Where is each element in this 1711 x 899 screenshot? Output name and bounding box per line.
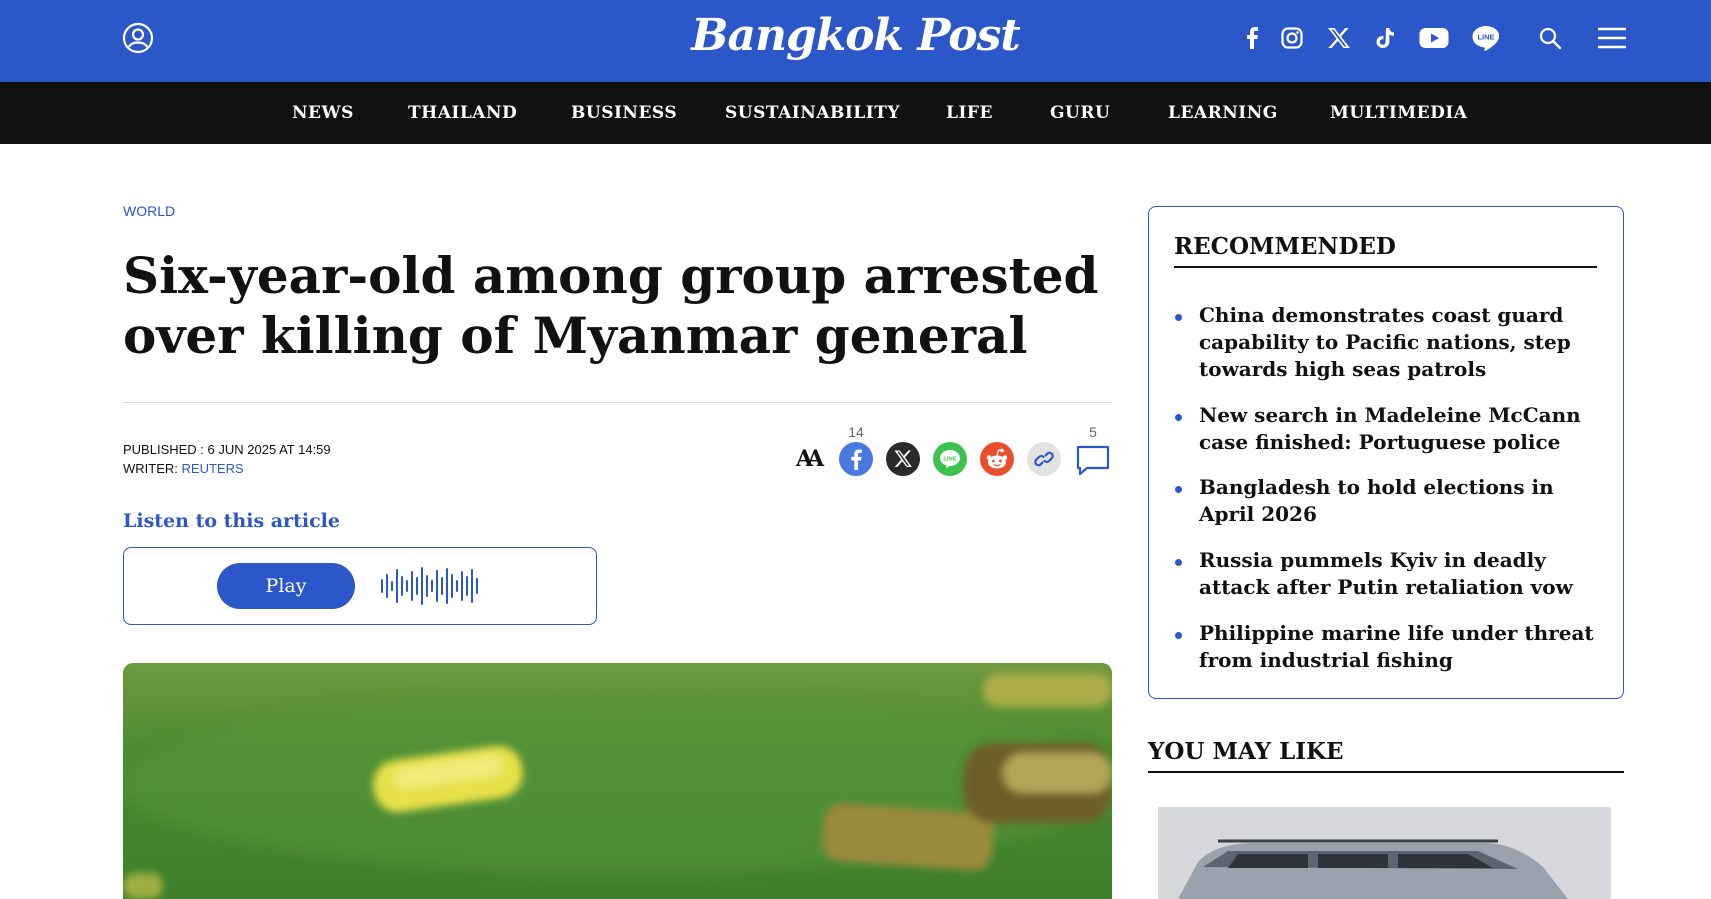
line-share-icon: LINE [933, 442, 967, 476]
nav-item-news[interactable]: NEWS [292, 82, 354, 144]
instagram-icon[interactable] [1276, 22, 1308, 54]
nav-item-life[interactable]: LIFE [946, 82, 993, 144]
comment-icon [1076, 445, 1110, 476]
published-line: PUBLISHED : 6 JUN 2025 AT 14:59 [123, 440, 331, 459]
font-size-icon: AA [795, 446, 824, 472]
recommended-item[interactable]: Philippine marine life under threat from… [1199, 620, 1599, 674]
section-link[interactable]: WORLD [123, 203, 175, 219]
writer-line: WRITER: REUTERS [123, 459, 331, 478]
x-icon[interactable] [1323, 22, 1355, 54]
top-header: Bangkok Post LINE [0, 0, 1711, 82]
bullet-icon [1175, 486, 1182, 493]
nav-item-thailand[interactable]: THAILAND [408, 82, 517, 144]
divider [123, 402, 1112, 403]
link-icon [1027, 442, 1061, 476]
published-date: 6 JUN 2025 AT 14:59 [207, 442, 331, 457]
hero-image [123, 663, 1112, 899]
facebook-share-icon [839, 442, 873, 476]
comment-count: 5 [1089, 424, 1097, 440]
you-may-like-title: YOU MAY LIKE [1148, 738, 1624, 773]
recommended-item[interactable]: Russia pummels Kyiv in deadly attack aft… [1199, 547, 1599, 601]
line-share-button[interactable]: LINE [932, 441, 968, 477]
font-size-button[interactable]: AA [789, 441, 825, 477]
bullet-icon [1175, 632, 1182, 639]
audio-player: Play [123, 547, 597, 625]
menu-icon[interactable] [1596, 22, 1628, 54]
nav-item-sustainability[interactable]: SUSTAINABILITY [725, 82, 900, 144]
bullet-icon [1175, 414, 1182, 421]
recommended-panel: RECOMMENDED China demonstrates coast gua… [1148, 206, 1624, 699]
you-may-like-card-image[interactable] [1158, 807, 1611, 899]
x-share-icon [886, 442, 920, 476]
recommended-title: RECOMMENDED [1174, 233, 1597, 268]
share-count: 14 [848, 424, 864, 440]
tiktok-icon[interactable] [1369, 22, 1401, 54]
x-share-button[interactable] [885, 441, 921, 477]
site-logo[interactable]: Bangkok Post [0, 10, 1711, 61]
line-icon[interactable]: LINE [1470, 22, 1502, 54]
search-icon[interactable] [1534, 22, 1566, 54]
recommended-item[interactable]: Bangladesh to hold elections in April 20… [1199, 474, 1599, 528]
bullet-icon [1175, 314, 1182, 321]
writer-label: WRITER: [123, 461, 178, 476]
nav-item-learning[interactable]: LEARNING [1168, 82, 1278, 144]
nav-item-guru[interactable]: GURU [1050, 82, 1110, 144]
nav-item-multimedia[interactable]: MULTIMEDIA [1330, 82, 1467, 144]
reddit-share-button[interactable] [979, 441, 1015, 477]
recommended-item[interactable]: New search in Madeleine McCann case fini… [1199, 402, 1599, 456]
nav-item-business[interactable]: BUSINESS [571, 82, 677, 144]
bullet-icon [1175, 559, 1182, 566]
article-meta: PUBLISHED : 6 JUN 2025 AT 14:59 WRITER: … [123, 440, 331, 478]
play-button[interactable]: Play [217, 563, 355, 609]
recommended-item[interactable]: China demonstrates coast guard capabilit… [1199, 302, 1599, 383]
writer-link[interactable]: REUTERS [182, 461, 244, 476]
listen-label: Listen to this article [123, 510, 340, 532]
line-share-badge: LINE [943, 456, 956, 462]
facebook-share-button[interactable] [838, 441, 874, 477]
facebook-icon[interactable] [1236, 22, 1268, 54]
article-headline: Six-year-old among group arrested over k… [123, 246, 1099, 365]
line-badge-text: LINE [1477, 33, 1494, 42]
waveform-icon [380, 566, 480, 606]
comment-button[interactable] [1075, 441, 1111, 477]
published-label: PUBLISHED : [123, 442, 204, 457]
main-nav: NEWS THAILAND BUSINESS SUSTAINABILITY LI… [0, 82, 1711, 144]
youtube-icon[interactable] [1418, 22, 1450, 54]
copy-link-button[interactable] [1026, 441, 1062, 477]
reddit-share-icon [980, 442, 1014, 476]
